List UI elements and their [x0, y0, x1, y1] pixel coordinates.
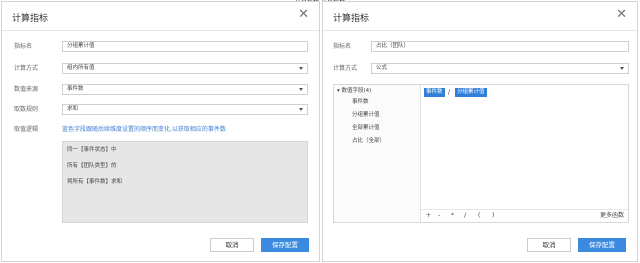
tree-item[interactable]: 分组累计值 — [352, 112, 380, 119]
cancel-button[interactable]: 取消 — [210, 238, 254, 252]
chevron-down-icon — [299, 67, 303, 70]
tree-item[interactable]: 事件数 — [352, 99, 369, 106]
right-dialog: 计算指标 ✕ 指标名 占比（团队） 计算方式 公式 ▾ 数值字段(4) 事件数 … — [322, 1, 638, 262]
method-select[interactable]: 组内所有值 — [62, 63, 308, 74]
logic-hint: 蓝色字段跟随后续维度设置的顺序而变化,以获取相应的事件数 — [62, 126, 226, 133]
operator-open-paren-button[interactable]: ( — [478, 212, 480, 219]
operator-multiply-button[interactable]: * — [451, 212, 454, 219]
left-dialog: 计算指标 ✕ 指标名 分组累计值 计算方式 组内所有值 数值来源 事件数 取数规… — [1, 1, 320, 262]
formula-operator: / — [448, 89, 451, 96]
logic-line: 同一【事件状态】中 — [67, 147, 117, 153]
formula-panel: ▾ 数值字段(4) 事件数 分组累计值 全部累计值 占比（全部） 事件数 / 分… — [333, 84, 629, 223]
left-dialog-header: 计算指标 ✕ — [2, 2, 319, 31]
logic-line: 所有【团队类型】的 — [67, 163, 117, 169]
operator-plus-button[interactable]: + — [426, 212, 431, 219]
method-label: 计算方式 — [14, 65, 39, 72]
source-select-value: 事件数 — [67, 86, 84, 92]
source-select[interactable]: 事件数 — [62, 84, 308, 95]
tree-item[interactable]: 占比（全部） — [352, 138, 385, 145]
name-label: 指标名 — [333, 43, 352, 50]
tree-group-label: 数值字段(4) — [341, 88, 372, 94]
source-label: 数值来源 — [14, 86, 39, 93]
name-input[interactable]: 占比（团队） — [371, 41, 629, 52]
formula-token[interactable]: 分组累计值 — [455, 88, 487, 97]
field-tree: ▾ 数值字段(4) 事件数 分组累计值 全部累计值 占比（全部） — [334, 85, 421, 222]
tree-group[interactable]: ▾ 数值字段(4) — [337, 88, 371, 95]
name-input[interactable]: 分组累计值 — [62, 41, 308, 52]
operator-close-paren-button[interactable]: ) — [492, 212, 494, 219]
method-label: 计算方式 — [333, 65, 358, 72]
logic-label: 取值逻辑 — [14, 126, 39, 133]
right-dialog-header: 计算指标 ✕ — [323, 2, 637, 31]
rule-label: 取数规则 — [14, 106, 39, 113]
rule-select[interactable]: 求和 — [62, 104, 308, 115]
right-dialog-title: 计算指标 — [333, 14, 370, 24]
formula-token[interactable]: 事件数 — [424, 88, 445, 97]
operator-minus-button[interactable]: - — [438, 212, 440, 219]
close-icon[interactable]: ✕ — [616, 8, 627, 22]
close-icon[interactable]: ✕ — [298, 8, 309, 22]
operator-bar: + - * / ( ) 更多函数 — [421, 209, 628, 222]
logic-line: 将所有【事件数】求和 — [67, 179, 123, 185]
chevron-down-icon — [620, 67, 624, 70]
method-select-value: 组内所有值 — [67, 65, 95, 71]
logic-box: 同一【事件状态】中 所有【团队类型】的 将所有【事件数】求和 — [62, 141, 308, 223]
more-functions-link[interactable]: 更多函数 — [600, 212, 624, 219]
name-label: 指标名 — [14, 43, 33, 50]
save-button[interactable]: 保存配置 — [261, 238, 309, 252]
method-select-value: 公式 — [376, 65, 388, 71]
rule-select-value: 求和 — [67, 106, 79, 112]
save-button[interactable]: 保存配置 — [578, 238, 626, 252]
formula-editor[interactable]: 事件数 / 分组累计值 + - * / ( ) 更多函数 — [421, 85, 628, 222]
cancel-button[interactable]: 取消 — [527, 238, 571, 252]
left-dialog-title: 计算指标 — [12, 14, 49, 24]
operator-divide-button[interactable]: / — [464, 212, 466, 219]
tree-item[interactable]: 全部累计值 — [352, 125, 380, 132]
method-select[interactable]: 公式 — [371, 63, 629, 74]
chevron-down-icon — [299, 88, 303, 91]
chevron-down-icon — [299, 108, 303, 111]
